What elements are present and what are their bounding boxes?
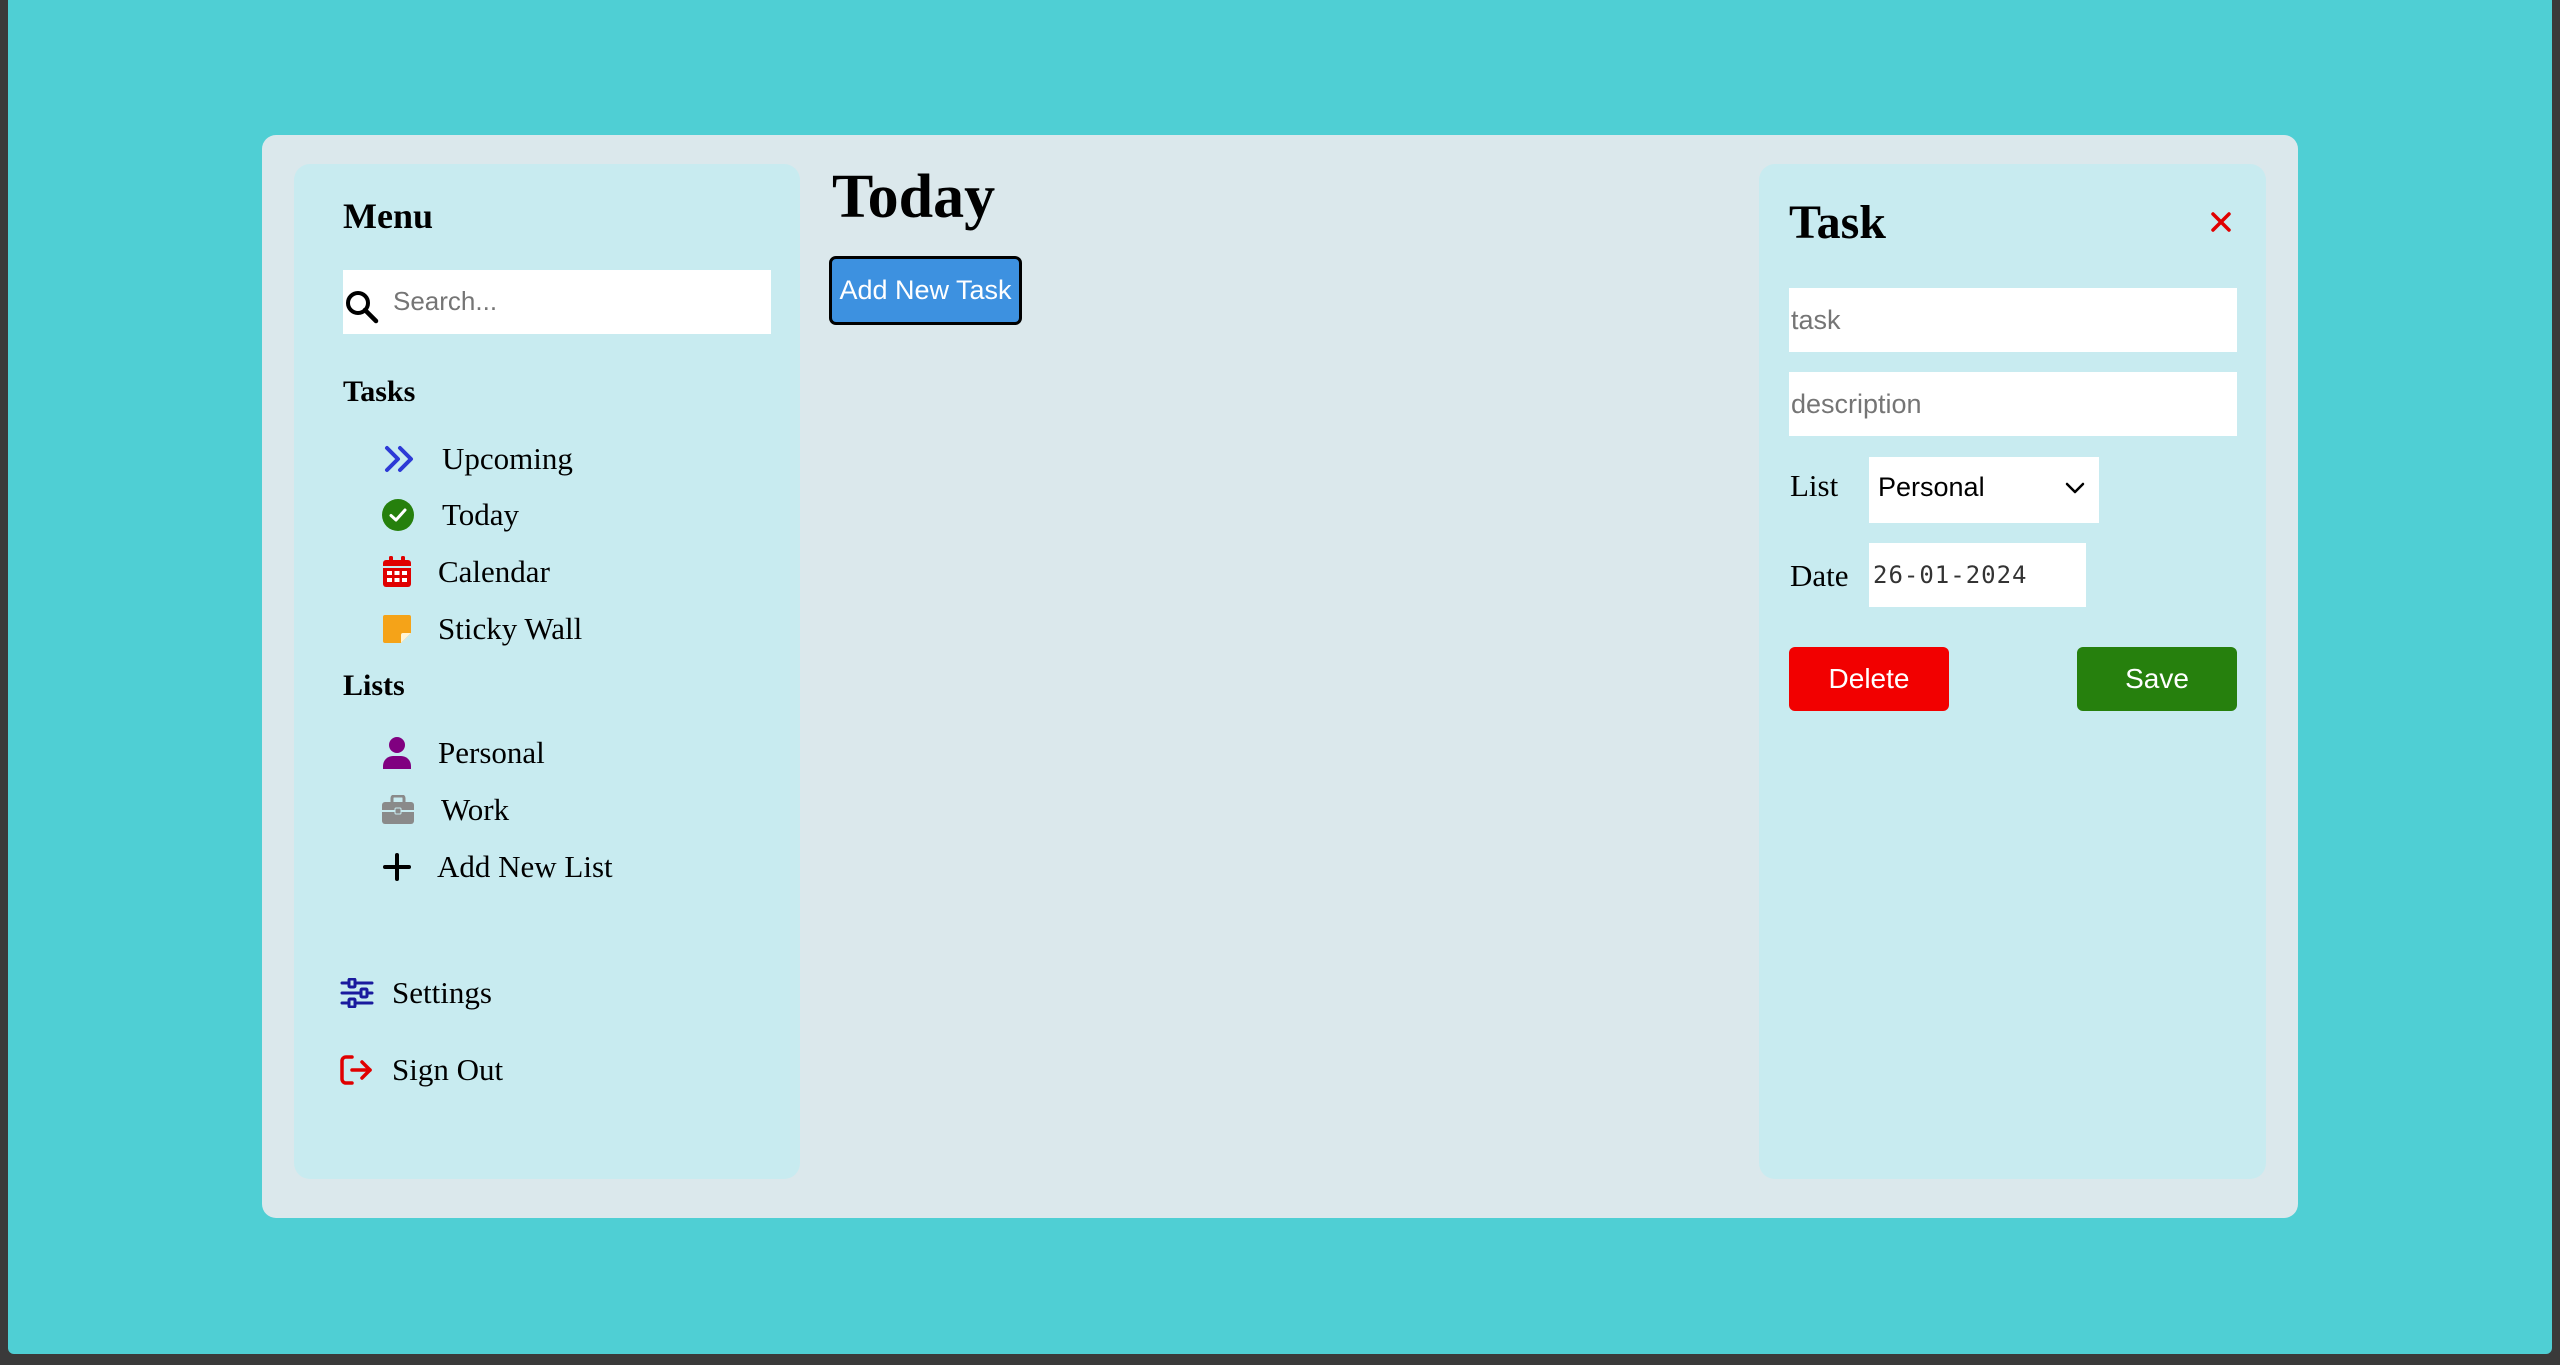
plus-icon	[380, 850, 414, 884]
task-input[interactable]	[1789, 288, 2237, 352]
sidebar-item-today[interactable]: Today	[381, 493, 519, 537]
task-panel-title: Task	[1789, 196, 1886, 249]
date-label: Date	[1790, 558, 1849, 593]
user-icon	[380, 736, 414, 770]
sticky-note-icon	[380, 612, 414, 646]
settings-button[interactable]: Settings	[340, 971, 492, 1015]
sidebar-item-personal[interactable]: Personal	[380, 731, 545, 775]
sidebar-item-label: Work	[441, 792, 510, 827]
sidebar-item-calendar[interactable]: Calendar	[380, 550, 550, 594]
date-value: 26-01-2024	[1873, 561, 2028, 589]
sidebar-item-label: Today	[442, 497, 520, 532]
save-button[interactable]: Save	[2077, 647, 2237, 711]
description-input[interactable]	[1789, 372, 2237, 436]
search-input[interactable]	[393, 278, 763, 324]
sidebar-item-label: Upcoming	[442, 441, 573, 476]
check-circle-icon	[381, 498, 415, 532]
chevron-down-icon	[2065, 482, 2085, 494]
date-input[interactable]: 26-01-2024	[1869, 543, 2086, 607]
sign-out-label: Sign Out	[392, 1052, 504, 1087]
add-new-task-button[interactable]: Add New Task	[829, 256, 1022, 325]
sidebar-item-label: Sticky Wall	[438, 611, 583, 646]
sidebar-item-upcoming[interactable]: Upcoming	[383, 437, 573, 481]
sign-out-icon	[340, 1053, 374, 1087]
settings-label: Settings	[392, 975, 492, 1010]
close-icon[interactable]	[2208, 209, 2234, 235]
tasks-heading: Tasks	[343, 375, 416, 408]
list-select[interactable]: Personal	[1869, 457, 2099, 523]
lists-heading: Lists	[343, 669, 405, 702]
calendar-icon	[380, 555, 414, 589]
briefcase-icon	[381, 793, 415, 827]
delete-button[interactable]: Delete	[1789, 647, 1949, 711]
sidebar-item-label: Add New List	[437, 849, 613, 884]
sign-out-button[interactable]: Sign Out	[340, 1048, 503, 1092]
menu-title: Menu	[343, 196, 433, 236]
sidebar-item-label: Personal	[438, 735, 545, 770]
list-select-value: Personal	[1878, 472, 1985, 502]
sidebar-item-label: Calendar	[438, 554, 550, 589]
list-label: List	[1790, 468, 1839, 503]
double-chevron-right-icon	[383, 442, 417, 476]
sidebar-item-work[interactable]: Work	[381, 788, 509, 832]
search-box[interactable]	[343, 270, 771, 334]
add-new-list-button[interactable]: Add New List	[380, 845, 613, 889]
sidebar-item-sticky-wall[interactable]: Sticky Wall	[380, 607, 582, 651]
search-icon	[346, 291, 379, 324]
page-title: Today	[832, 163, 996, 231]
sliders-icon	[340, 976, 374, 1010]
